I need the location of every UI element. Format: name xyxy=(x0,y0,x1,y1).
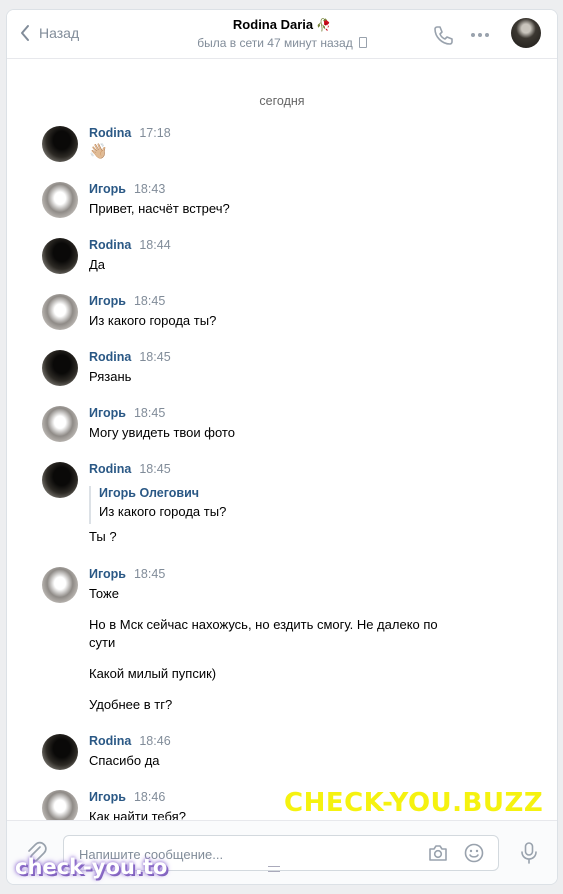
avatar[interactable] xyxy=(42,126,78,162)
message-group: Rodina 18:44 Да xyxy=(42,238,522,278)
avatar[interactable] xyxy=(42,182,78,218)
message-text: Да xyxy=(89,257,106,272)
author-name[interactable]: Rodina xyxy=(89,350,131,364)
microphone-icon[interactable] xyxy=(519,841,539,865)
message-meta: Rodina 17:18 xyxy=(89,126,171,140)
message-text: Но в Мск сейчас нахожусь, но ездить смог… xyxy=(89,617,438,632)
author-name[interactable]: Rodina xyxy=(89,238,131,252)
author-name[interactable]: Игорь xyxy=(89,294,126,308)
quoted-message[interactable]: Игорь Олегович Из какого города ты? xyxy=(89,486,226,524)
message-meta: Rodina 18:45 xyxy=(89,350,171,364)
message-group: Игорь 18:45 Могу увидеть твои фото xyxy=(42,406,522,446)
avatar[interactable] xyxy=(42,734,78,770)
avatar[interactable] xyxy=(42,350,78,386)
message-text: Как найти тебя? xyxy=(89,809,186,820)
message-meta: Rodina 18:45 xyxy=(89,462,171,476)
message-group: Игорь 18:45 Из какого города ты? xyxy=(42,294,522,334)
message-text: Какой милый пупсик) xyxy=(89,666,217,681)
message-meta: Rodina 18:44 xyxy=(89,238,171,252)
message-time: 18:44 xyxy=(139,238,171,252)
quoted-author: Игорь Олегович xyxy=(99,486,200,500)
author-name[interactable]: Rodina xyxy=(89,734,131,748)
message-group: Rodina 18:45 Рязань xyxy=(42,350,522,390)
message-meta: Игорь 18:45 xyxy=(89,567,165,581)
message-time: 18:46 xyxy=(139,734,171,748)
message-text: Могу увидеть твои фото xyxy=(89,425,235,440)
message-history[interactable]: сегодня Rodina 17:18 👋🏼 Игорь 18:43 Привет… xyxy=(7,10,557,820)
smile-icon[interactable] xyxy=(463,842,485,864)
message-text: Привет, насчёт встреч? xyxy=(89,201,230,216)
avatar[interactable] xyxy=(42,238,78,274)
message-time: 17:18 xyxy=(139,126,171,140)
message-text: Рязань xyxy=(89,369,132,384)
author-name[interactable]: Игорь xyxy=(89,567,126,581)
message-time: 18:43 xyxy=(133,182,166,196)
message-meta: Игорь 18:45 xyxy=(89,406,165,420)
avatar[interactable] xyxy=(42,406,78,442)
message-text: Ты ? xyxy=(89,529,117,544)
avatar[interactable] xyxy=(42,790,78,820)
message-meta: Игорь 18:43 xyxy=(89,182,165,196)
quoted-text: Из какого города ты? xyxy=(99,504,227,519)
message-time: 18:45 xyxy=(133,567,166,581)
message-text: 👋🏼 xyxy=(89,143,108,160)
message-time: 18:45 xyxy=(139,462,171,476)
message-meta: Игорь 18:46 xyxy=(89,790,165,804)
message-group: Rodina 18:45 Игорь Олегович Из какого гор… xyxy=(42,462,522,552)
message-time: 18:45 xyxy=(139,350,171,364)
chat-window: Назад Rodina Daria 🥀 была в сети 47 минут… xyxy=(6,9,558,885)
author-name[interactable]: Rodina xyxy=(89,462,131,476)
date-divider: сегодня xyxy=(259,94,305,108)
avatar[interactable] xyxy=(42,294,78,330)
message-time: 18:45 xyxy=(133,294,166,308)
author-name[interactable]: Игорь xyxy=(89,182,126,196)
author-name[interactable]: Игорь xyxy=(89,790,126,804)
message-text: Тоже xyxy=(89,586,119,601)
watermark-corner: check-you.to xyxy=(15,855,168,879)
message-time: 18:45 xyxy=(133,406,166,420)
message-group: Rodina 18:46 Спасибо да xyxy=(42,734,522,774)
avatar[interactable] xyxy=(42,567,78,603)
message-group: Игорь 18:45 Тоже Но в Мск сейчас нахожусь… xyxy=(42,567,522,717)
watermark-main: CHECK-YOU.BUZZ xyxy=(284,788,544,818)
message-time: 18:46 xyxy=(133,790,166,804)
message-meta: Игорь 18:45 xyxy=(89,294,165,308)
message-text: Из какого города ты? xyxy=(89,313,217,328)
author-name[interactable]: Игорь xyxy=(89,406,126,420)
author-name[interactable]: Rodina xyxy=(89,126,131,140)
message-text: Удобнее в тг? xyxy=(89,697,173,712)
message-text: сути xyxy=(89,635,116,650)
message-text: Спасибо да xyxy=(89,753,160,768)
camera-icon[interactable] xyxy=(427,842,449,864)
message-meta: Rodina 18:46 xyxy=(89,734,171,748)
resize-grip[interactable] xyxy=(268,866,280,872)
message-group: Rodina 17:18 👋🏼 xyxy=(42,126,522,166)
message-group: Игорь 18:43 Привет, насчёт встреч? xyxy=(42,182,522,222)
avatar[interactable] xyxy=(42,462,78,498)
